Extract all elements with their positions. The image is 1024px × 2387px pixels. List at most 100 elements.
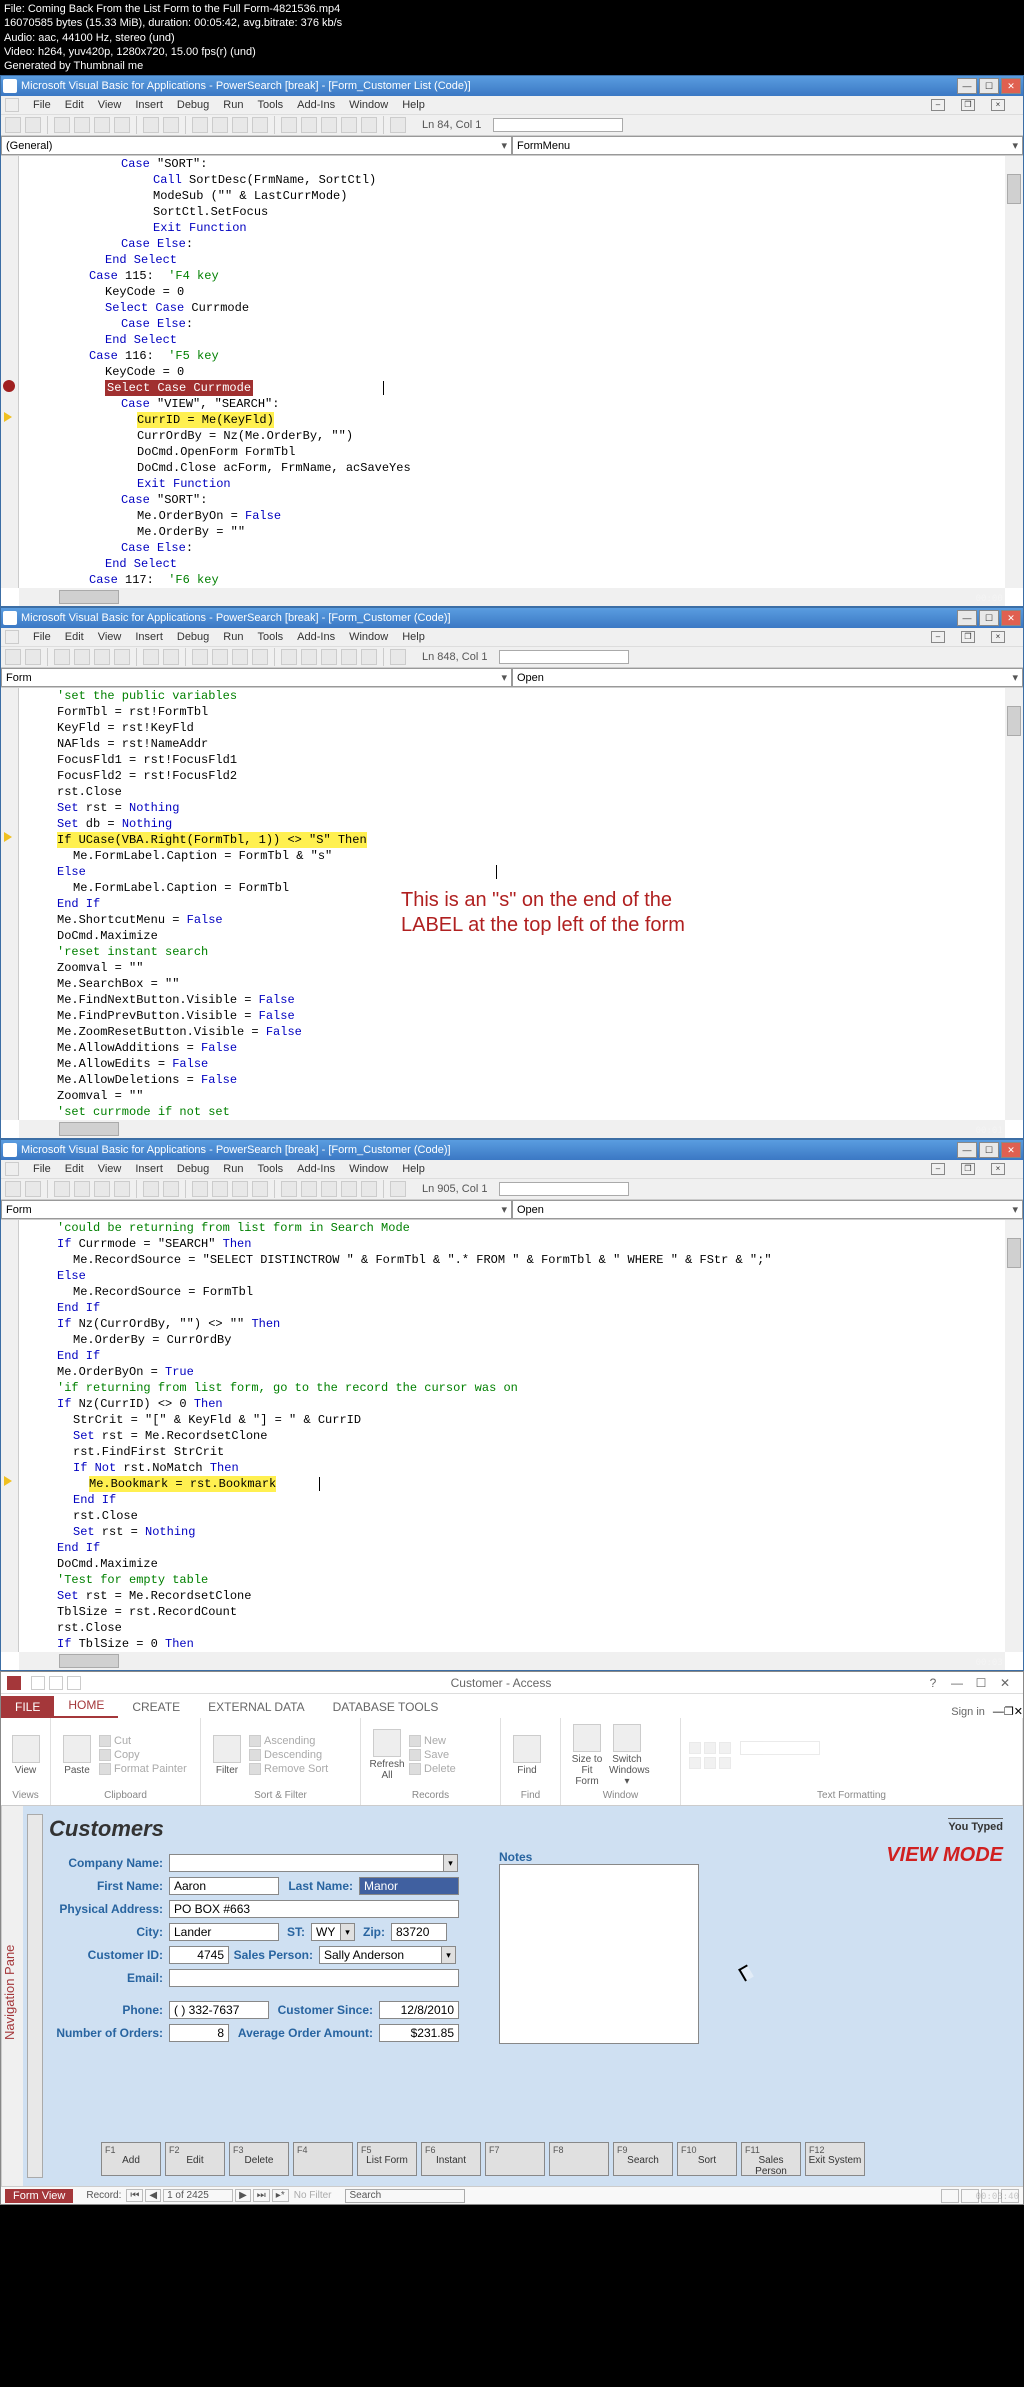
doc-min[interactable]: —: [993, 1706, 1004, 1718]
menu-addins[interactable]: Add-Ins: [297, 631, 335, 643]
menu-run[interactable]: Run: [223, 99, 243, 111]
title-bar[interactable]: Microsoft Visual Basic for Applications …: [1, 1140, 1023, 1160]
object-combo[interactable]: Form: [1, 1200, 512, 1219]
prev-record-button[interactable]: ◀: [145, 2189, 161, 2202]
toolbar-button[interactable]: [114, 1181, 130, 1197]
customer-since-field[interactable]: 12/8/2010: [379, 2001, 459, 2019]
toolbar-button[interactable]: [143, 649, 159, 665]
find-button[interactable]: Find: [509, 1735, 545, 1776]
first-name-field[interactable]: Aaron: [169, 1877, 279, 1895]
doc-restore[interactable]: ❐: [961, 99, 975, 111]
customer-id-field[interactable]: 4745: [169, 1946, 229, 1964]
margin-indicator[interactable]: [1, 688, 19, 1120]
toolbar-button[interactable]: [390, 1181, 406, 1197]
toolbar-button[interactable]: [94, 649, 110, 665]
maximize-button[interactable]: ☐: [969, 1676, 993, 1690]
email-field[interactable]: [169, 1969, 459, 1987]
title-bar[interactable]: Microsoft Visual Basic for Applications …: [1, 76, 1023, 96]
menu-addins[interactable]: Add-Ins: [297, 99, 335, 111]
qat-redo-icon[interactable]: [67, 1676, 81, 1690]
title-bar[interactable]: Customer - Access ? — ☐ ✕: [1, 1672, 1023, 1694]
toolbar-button[interactable]: [281, 649, 297, 665]
doc-min[interactable]: –: [931, 99, 945, 111]
menu-window[interactable]: Window: [349, 631, 388, 643]
menu-edit[interactable]: Edit: [65, 1163, 84, 1175]
fkey-f7[interactable]: F7: [485, 2142, 545, 2176]
procedure-combo[interactable]: Open: [512, 668, 1023, 687]
menu-insert[interactable]: Insert: [135, 99, 163, 111]
menu-help[interactable]: Help: [402, 631, 425, 643]
descending-button[interactable]: Descending: [249, 1749, 328, 1761]
fkey-f5[interactable]: F5List Form: [357, 2142, 417, 2176]
toolbar-button[interactable]: [163, 1181, 179, 1197]
system-menu-icon[interactable]: [5, 1162, 19, 1176]
help-button[interactable]: ?: [921, 1676, 945, 1690]
last-record-button[interactable]: ⏭: [253, 2189, 270, 2202]
toolbar-combo[interactable]: [493, 118, 623, 132]
minimize-button[interactable]: —: [957, 78, 977, 94]
doc-close[interactable]: ×: [991, 1163, 1005, 1175]
minimize-button[interactable]: —: [957, 1142, 977, 1158]
first-record-button[interactable]: ⏮: [126, 2189, 143, 2202]
horizontal-scrollbar[interactable]: [19, 1652, 1005, 1670]
menu-tools[interactable]: Tools: [257, 1163, 283, 1175]
toolbar-button[interactable]: [252, 117, 268, 133]
title-bar[interactable]: Microsoft Visual Basic for Applications …: [1, 608, 1023, 628]
toolbar-button[interactable]: [361, 117, 377, 133]
toolbar-button[interactable]: [114, 117, 130, 133]
toolbar-button[interactable]: [192, 1181, 208, 1197]
menu-insert[interactable]: Insert: [135, 1163, 163, 1175]
toolbar-button[interactable]: [94, 1181, 110, 1197]
menu-file[interactable]: File: [33, 1163, 51, 1175]
toolbar-button[interactable]: [54, 1181, 70, 1197]
toolbar-button[interactable]: [301, 117, 317, 133]
tab-home[interactable]: HOME: [54, 1694, 118, 1718]
tab-database-tools[interactable]: DATABASE TOOLS: [319, 1696, 453, 1718]
toolbar-button[interactable]: [25, 1181, 41, 1197]
remove-sort-button[interactable]: Remove Sort: [249, 1763, 328, 1775]
menu-window[interactable]: Window: [349, 99, 388, 111]
toolbar-button[interactable]: [54, 117, 70, 133]
fkey-f10[interactable]: F10Sort: [677, 2142, 737, 2176]
toolbar-button[interactable]: [252, 649, 268, 665]
fkey-f4[interactable]: F4: [293, 2142, 353, 2176]
doc-close[interactable]: ×: [991, 99, 1005, 111]
margin-indicator[interactable]: [1, 1220, 19, 1652]
menu-view[interactable]: View: [98, 99, 122, 111]
procedure-combo[interactable]: FormMenu: [512, 136, 1023, 155]
fkey-f9[interactable]: F9Search: [613, 2142, 673, 2176]
tab-file[interactable]: FILE: [1, 1696, 54, 1718]
ascending-button[interactable]: Ascending: [249, 1735, 328, 1747]
toolbar-button[interactable]: [361, 649, 377, 665]
toolbar-button[interactable]: [114, 649, 130, 665]
menu-run[interactable]: Run: [223, 631, 243, 643]
toolbar-button[interactable]: [212, 117, 228, 133]
toolbar-button[interactable]: [232, 649, 248, 665]
menu-view[interactable]: View: [98, 631, 122, 643]
avg-order-field[interactable]: $231.85: [379, 2024, 459, 2042]
filter-button[interactable]: Filter: [209, 1735, 245, 1776]
toolbar-button[interactable]: [390, 649, 406, 665]
doc-close[interactable]: ✕: [1014, 1705, 1023, 1718]
margin-indicator[interactable]: [1, 156, 19, 588]
navigation-pane-toggle[interactable]: Navigation Pane: [1, 1806, 23, 2186]
menu-edit[interactable]: Edit: [65, 99, 84, 111]
toolbar-button[interactable]: [74, 117, 90, 133]
toolbar-button[interactable]: [281, 117, 297, 133]
menu-edit[interactable]: Edit: [65, 631, 84, 643]
new-button[interactable]: New: [409, 1735, 456, 1747]
toolbar-button[interactable]: [5, 1181, 21, 1197]
company-field[interactable]: [169, 1854, 444, 1872]
doc-restore[interactable]: ❐: [1004, 1705, 1014, 1718]
menu-run[interactable]: Run: [223, 1163, 243, 1175]
toolbar-button[interactable]: [192, 117, 208, 133]
toolbar-button[interactable]: [232, 1181, 248, 1197]
tab-external-data[interactable]: EXTERNAL DATA: [194, 1696, 318, 1718]
menu-file[interactable]: File: [33, 99, 51, 111]
number-orders-field[interactable]: 8: [169, 2024, 229, 2042]
vertical-scrollbar[interactable]: [1005, 1220, 1023, 1652]
copy-button[interactable]: Copy: [99, 1749, 187, 1761]
close-button[interactable]: ✕: [993, 1676, 1017, 1690]
toolbar-button[interactable]: [94, 117, 110, 133]
toolbar-combo[interactable]: [499, 650, 629, 664]
